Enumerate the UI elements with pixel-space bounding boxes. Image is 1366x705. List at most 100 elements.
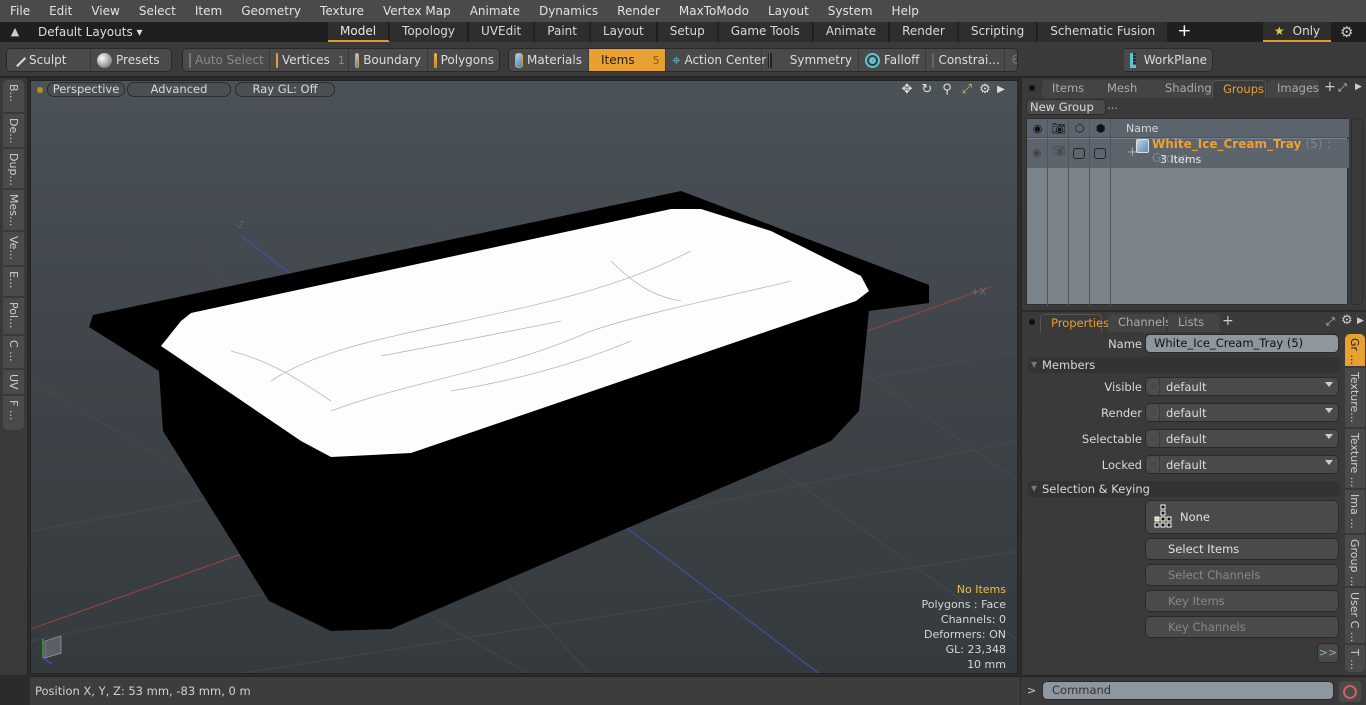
side-tab-user-channels[interactable]: User C ...	[1345, 588, 1365, 644]
gear-icon[interactable]: ⚙	[1340, 23, 1353, 41]
expand-button[interactable]: >>	[1317, 643, 1339, 663]
tab-schematic-fusion[interactable]: Schematic Fusion	[1038, 22, 1170, 42]
tab-shading[interactable]: Shading	[1155, 80, 1215, 98]
new-group-button[interactable]: New Group	[1026, 99, 1106, 115]
tab-topology[interactable]: Topology	[390, 22, 470, 42]
menu-system[interactable]: System	[818, 0, 882, 22]
side-tab-texture-2[interactable]: Texture ...	[1345, 429, 1365, 489]
left-tab-duplicate[interactable]: Dup...	[3, 149, 24, 189]
key-items-button[interactable]: Key Items	[1145, 590, 1339, 612]
raygl-toggle[interactable]: Ray GL: Off	[235, 82, 335, 97]
menu-edit[interactable]: Edit	[39, 0, 81, 22]
workplane-button[interactable]: WorkPlane	[1124, 49, 1212, 71]
locked-dropdown[interactable]: default	[1145, 455, 1339, 474]
add-tab-button[interactable]: +	[1169, 22, 1199, 42]
menu-file[interactable]: File	[0, 0, 39, 22]
pop-out-icon[interactable]: ⤢	[1326, 315, 1335, 329]
tab-channels[interactable]: Channels	[1108, 314, 1171, 332]
menu-dynamics[interactable]: Dynamics	[529, 0, 607, 22]
tab-lists[interactable]: Lists	[1168, 314, 1220, 332]
tab-render[interactable]: Render	[890, 22, 959, 42]
move-view-icon[interactable]: ✥	[899, 82, 915, 98]
add-properties-tab-button[interactable]: +	[1222, 313, 1234, 329]
add-panel-tab-button[interactable]: +	[1324, 79, 1336, 95]
left-tab-vertex[interactable]: Ve...	[3, 232, 24, 266]
members-section[interactable]: Members	[1028, 357, 1340, 373]
menu-vertex-map[interactable]: Vertex Map	[373, 0, 460, 22]
select-through-button[interactable]: ⚇ Select Through	[1005, 49, 1017, 71]
locked-radio[interactable]	[1146, 456, 1160, 473]
panel-expand-arrow-icon[interactable]: ▶	[1357, 316, 1364, 326]
render-dropdown[interactable]: default	[1145, 403, 1339, 422]
auto-select-button[interactable]: Auto Select	[183, 49, 270, 71]
perspective-dropdown[interactable]: Perspective	[47, 82, 125, 97]
eye-icon[interactable]: ◉	[1027, 119, 1048, 138]
menu-animate[interactable]: Animate	[460, 0, 529, 22]
menu-layout[interactable]: Layout	[758, 0, 818, 22]
visible-radio[interactable]	[1146, 378, 1160, 395]
side-tab-group-2[interactable]: Group ...	[1345, 535, 1365, 587]
zoom-view-icon[interactable]: ⚲	[939, 82, 955, 98]
left-tab-fusion[interactable]: F ...	[3, 396, 24, 431]
render-radio[interactable]	[1146, 404, 1160, 421]
record-macro-icon[interactable]	[1339, 681, 1361, 702]
selection-keying-section[interactable]: Selection & Keying	[1028, 481, 1340, 497]
tab-uvedit[interactable]: UVEdit	[469, 22, 536, 42]
maximize-view-icon[interactable]: ⤢	[959, 82, 975, 98]
panel-expand-arrow-icon[interactable]: ▶	[1355, 82, 1362, 92]
camera-icon[interactable]: 📷︎	[1048, 119, 1069, 138]
side-tab-texture-1[interactable]: Texture...	[1345, 368, 1365, 428]
command-input[interactable]: Command	[1042, 681, 1334, 700]
left-tab-polygon[interactable]: Pol...	[3, 298, 24, 335]
tab-model[interactable]: Model	[328, 22, 391, 42]
sculpt-button[interactable]: Sculpt	[7, 49, 91, 71]
left-tab-edge[interactable]: E...	[3, 267, 24, 297]
polygons-button[interactable]: Polygons	[428, 49, 499, 71]
tab-animate[interactable]: Animate	[813, 22, 891, 42]
tab-mesh[interactable]: Mesh ...	[1097, 80, 1161, 112]
default-layouts-dropdown[interactable]: Default Layouts ▾	[38, 22, 143, 42]
visible-dropdown[interactable]: default	[1145, 377, 1339, 396]
select-items-button[interactable]: Select Items	[1145, 538, 1339, 560]
only-toggle[interactable]: ★ Only	[1263, 22, 1331, 42]
vertices-button[interactable]: Vertices 1	[270, 49, 349, 71]
menu-maxtomodo[interactable]: MaxToModo	[669, 0, 758, 22]
tab-images[interactable]: Images	[1267, 80, 1319, 98]
side-tab-group[interactable]: Gr ...	[1345, 334, 1365, 367]
properties-gear-icon[interactable]: ⚙	[1341, 313, 1353, 328]
pop-out-icon[interactable]: ⤢	[1338, 81, 1347, 95]
viewport-menu-dot[interactable]	[37, 87, 43, 93]
key-channels-button[interactable]: Key Channels	[1145, 616, 1339, 638]
menu-geometry[interactable]: Geometry	[231, 0, 310, 22]
panel-menu-dot[interactable]	[1029, 85, 1035, 91]
left-tab-mesh-edit[interactable]: Mes...	[3, 190, 24, 231]
materials-button[interactable]: Materials	[509, 49, 589, 71]
left-tab-curve[interactable]: C ...	[3, 336, 24, 369]
menu-help[interactable]: Help	[882, 0, 928, 22]
selectable-dropdown[interactable]: default	[1145, 429, 1339, 448]
collapse-up-icon[interactable]: ▲	[8, 25, 22, 39]
boundary-button[interactable]: Boundary	[349, 49, 428, 71]
row-lock-checkbox[interactable]	[1073, 148, 1085, 159]
action-center-button[interactable]: ⌖ Action Center	[666, 49, 766, 71]
falloff-button[interactable]: Falloff	[859, 49, 927, 71]
tab-scripting[interactable]: Scripting	[958, 22, 1039, 42]
shading-dropdown[interactable]: Advanced	[127, 82, 231, 97]
constraints-button[interactable]: Constrai...	[926, 49, 1006, 71]
rotate-view-icon[interactable]: ↻	[919, 82, 935, 98]
left-tab-deform[interactable]: De...	[3, 114, 24, 148]
symmetry-button[interactable]: Symmetry	[762, 49, 859, 71]
tab-layout[interactable]: Layout	[590, 22, 658, 42]
tab-paint[interactable]: Paint	[535, 22, 591, 42]
select-channels-button[interactable]: Select Channels	[1145, 564, 1339, 586]
wire-cube-icon[interactable]: ⬡	[1069, 119, 1090, 138]
selectable-radio[interactable]	[1146, 430, 1160, 447]
left-tab-uv[interactable]: UV	[3, 370, 24, 395]
3d-viewport[interactable]: -Z +X Perspective Advanced Ray GL: Off ✥…	[30, 80, 1018, 674]
tab-properties[interactable]: Properties	[1040, 314, 1109, 332]
menu-view[interactable]: View	[81, 0, 128, 22]
menu-select[interactable]: Select	[129, 0, 185, 22]
tab-items[interactable]: Items	[1042, 80, 1102, 98]
row-camera-icon[interactable]: 📷︎	[1053, 146, 1066, 157]
tab-setup[interactable]: Setup	[657, 22, 719, 42]
